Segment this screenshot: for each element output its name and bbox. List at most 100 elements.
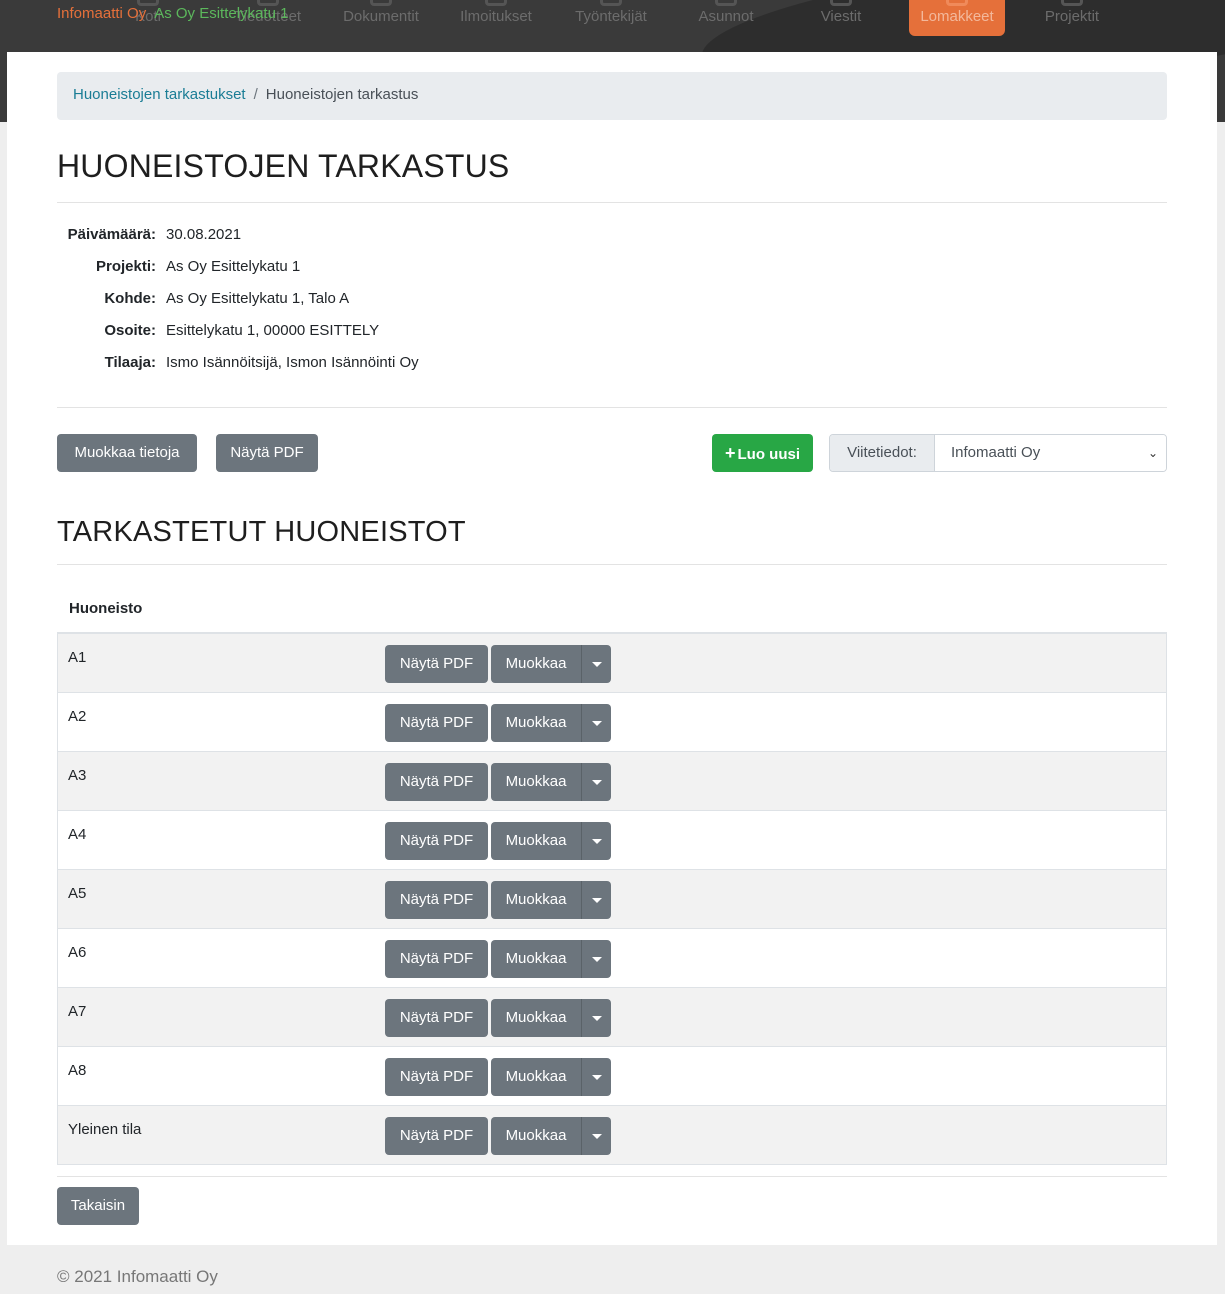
brand: Infomaatti Oy As Oy Esittelykatu 1 — [57, 5, 288, 22]
row-dropdown-toggle[interactable] — [581, 704, 611, 742]
row-dropdown-toggle[interactable] — [581, 999, 611, 1037]
row-edit-button[interactable]: Muokkaa — [491, 645, 581, 683]
nav-label: Työntekijät — [575, 8, 647, 25]
apartment-name: A4 — [68, 826, 87, 843]
nav-item-viestit[interactable]: Viestit — [793, 0, 889, 36]
document-icon — [370, 0, 392, 6]
info-label: Kohde: — [104, 290, 156, 307]
row-edit-button[interactable]: Muokkaa — [491, 704, 581, 742]
info-value: Ismo Isännöitsijä, Ismon Isännöinti Oy — [166, 354, 419, 371]
row-show-pdf-button[interactable]: Näytä PDF — [385, 704, 488, 742]
row-show-pdf-button[interactable]: Näytä PDF — [385, 763, 488, 801]
page-title: HUONEISTOJEN TARKASTUS — [57, 148, 510, 184]
info-value: Esittelykatu 1, 00000 ESITTELY — [166, 322, 380, 339]
project-name[interactable]: As Oy Esittelykatu 1 — [154, 5, 288, 22]
section-title: TARKASTETUT HUONEISTOT — [57, 516, 466, 548]
caret-down-icon — [592, 1016, 602, 1021]
info-value: As Oy Esittelykatu 1, Talo A — [166, 290, 350, 307]
building-icon — [715, 0, 737, 6]
edit-info-button[interactable]: Muokkaa tietoja — [57, 434, 197, 472]
table-header: Huoneisto — [57, 584, 1167, 634]
show-pdf-button[interactable]: Näytä PDF — [216, 434, 318, 472]
company-name[interactable]: Infomaatti Oy — [57, 5, 146, 22]
breadcrumb: Huoneistojen tarkastukset / Huoneistojen t… — [57, 72, 1167, 120]
info-value: 30.08.2021 — [166, 226, 242, 243]
row-show-pdf-button[interactable]: Näytä PDF — [385, 999, 488, 1037]
reference-label: Viitetiedot: — [830, 435, 935, 471]
table-row: Yleinen tila Näytä PDF Muokkaa — [57, 1106, 1167, 1165]
nav-label: Ilmoitukset — [460, 8, 532, 25]
caret-down-icon — [592, 1075, 602, 1080]
nav-item-projektit[interactable]: Projektit — [1024, 0, 1120, 36]
apartments-table: Huoneisto A1 Näytä PDF Muokkaa A2 Näytä PDF M… — [57, 584, 1167, 1165]
row-dropdown-toggle[interactable] — [581, 822, 611, 860]
apartment-name: A7 — [68, 1003, 87, 1020]
apartment-name: A2 — [68, 708, 87, 725]
info-label: Osoite: — [104, 322, 156, 339]
row-show-pdf-button[interactable]: Näytä PDF — [385, 645, 488, 683]
back-bar: Takaisin — [57, 1187, 1167, 1225]
row-dropdown-toggle[interactable] — [581, 763, 611, 801]
info-row-address: Osoite: Esittelykatu 1, 00000 ESITTELY — [57, 322, 1167, 354]
row-edit-button[interactable]: Muokkaa — [491, 822, 581, 860]
divider — [57, 1176, 1167, 1177]
caret-down-icon — [592, 957, 602, 962]
info-value: As Oy Esittelykatu 1 — [166, 258, 301, 275]
nav-item-ilmoitukset[interactable]: Ilmoitukset — [448, 0, 544, 36]
reference-select[interactable]: Infomaatti Oy — [935, 435, 1166, 471]
nav-label: Projektit — [1044, 8, 1100, 25]
caret-down-icon — [592, 898, 602, 903]
breadcrumb-parent-link[interactable]: Huoneistojen tarkastukset — [73, 86, 246, 103]
divider — [57, 202, 1167, 203]
row-edit-button[interactable]: Muokkaa — [491, 1117, 581, 1155]
caret-down-icon — [592, 721, 602, 726]
info-label: Tilaaja: — [104, 354, 156, 371]
users-icon — [600, 0, 622, 6]
row-show-pdf-button[interactable]: Näytä PDF — [385, 1058, 488, 1096]
nav-item-lomakkeet[interactable]: Lomakkeet — [909, 0, 1005, 36]
row-dropdown-toggle[interactable] — [581, 881, 611, 919]
nav-item-asunnot[interactable]: Asunnot — [678, 0, 774, 36]
nav-label: Viestit — [820, 8, 862, 25]
apartment-name: A1 — [68, 649, 87, 666]
row-edit-button[interactable]: Muokkaa — [491, 763, 581, 801]
back-button[interactable]: Takaisin — [57, 1187, 139, 1225]
apartment-name: A3 — [68, 767, 87, 784]
nav-item-tyontekijat[interactable]: Työntekijät — [563, 0, 659, 36]
plus-icon: + — [724, 443, 736, 463]
row-edit-button[interactable]: Muokkaa — [491, 1058, 581, 1096]
caret-down-icon — [592, 839, 602, 844]
message-icon — [830, 0, 852, 6]
divider — [57, 564, 1167, 565]
row-dropdown-toggle[interactable] — [581, 940, 611, 978]
row-dropdown-toggle[interactable] — [581, 645, 611, 683]
row-dropdown-toggle[interactable] — [581, 1058, 611, 1096]
create-new-button[interactable]: + Luo uusi — [712, 434, 813, 472]
bell-icon — [485, 0, 507, 6]
table-row: A4 Näytä PDF Muokkaa — [57, 811, 1167, 870]
breadcrumb-current: Huoneistojen tarkastus — [265, 86, 419, 103]
table-row: A3 Näytä PDF Muokkaa — [57, 752, 1167, 811]
apartment-name: Yleinen tila — [68, 1121, 142, 1138]
row-edit-button[interactable]: Muokkaa — [491, 881, 581, 919]
table-row: A2 Näytä PDF Muokkaa — [57, 693, 1167, 752]
table-row: A5 Näytä PDF Muokkaa — [57, 870, 1167, 929]
nav-item-dokumentit[interactable]: Dokumentit — [333, 0, 429, 36]
nav-label: Asunnot — [698, 8, 754, 25]
info-row-date: Päivämäärä: 30.08.2021 — [57, 226, 1167, 258]
caret-down-icon — [592, 1134, 602, 1139]
row-show-pdf-button[interactable]: Näytä PDF — [385, 822, 488, 860]
row-show-pdf-button[interactable]: Näytä PDF — [385, 1117, 488, 1155]
info-label: Projekti: — [95, 258, 156, 275]
row-show-pdf-button[interactable]: Näytä PDF — [385, 881, 488, 919]
caret-down-icon — [592, 662, 602, 667]
table-row: A6 Näytä PDF Muokkaa — [57, 929, 1167, 988]
row-dropdown-toggle[interactable] — [581, 1117, 611, 1155]
apartment-name: A5 — [68, 885, 87, 902]
row-edit-button[interactable]: Muokkaa — [491, 940, 581, 978]
nav-label: Dokumentit — [343, 8, 419, 25]
row-show-pdf-button[interactable]: Näytä PDF — [385, 940, 488, 978]
row-edit-button[interactable]: Muokkaa — [491, 999, 581, 1037]
form-icon — [946, 0, 968, 6]
divider — [57, 407, 1167, 408]
